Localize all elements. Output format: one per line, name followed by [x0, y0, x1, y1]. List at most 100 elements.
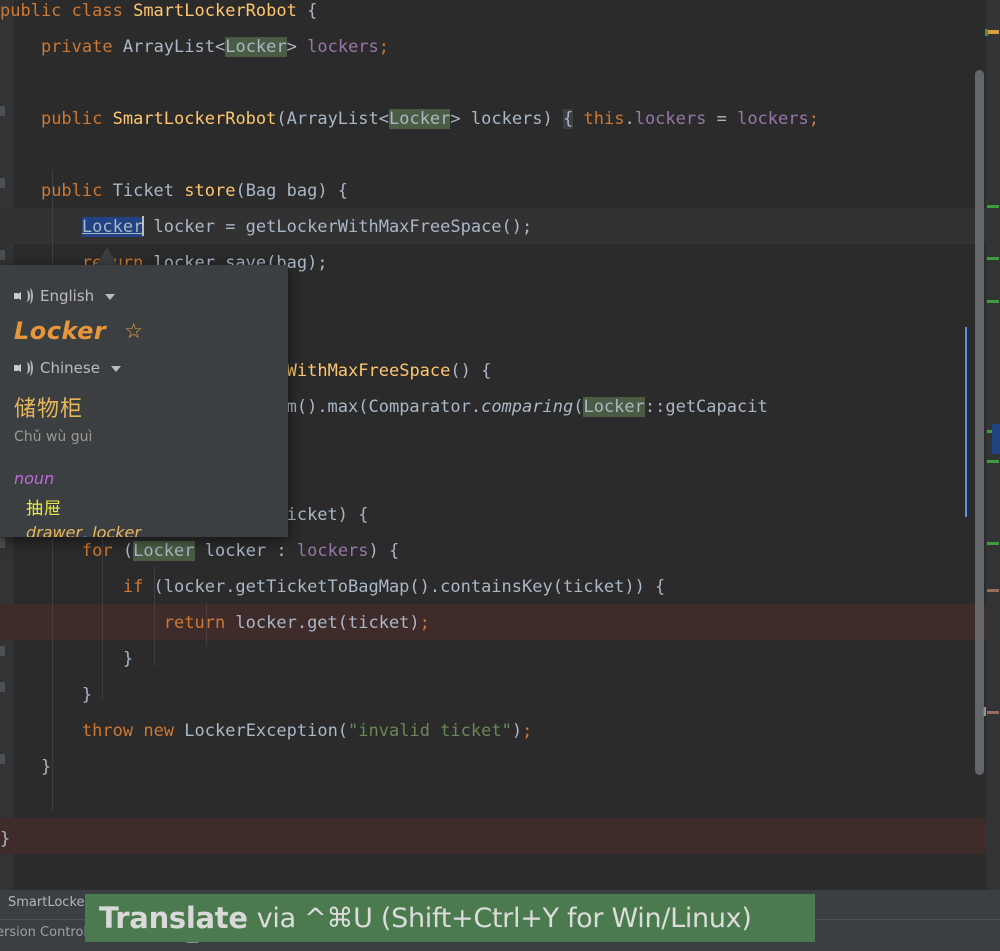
code-line[interactable]: } [0, 677, 1000, 713]
token-keyword: public [40, 109, 103, 129]
definition-chinese: 抽屉 [26, 499, 62, 519]
token-type-close: > [286, 37, 308, 57]
token-keyword: throw [81, 721, 134, 741]
speaker-icon[interactable] [14, 288, 33, 304]
translation-popup[interactable]: English Locker ☆ Chinese 储物柜 Chǔ wù guì … [0, 265, 288, 537]
token-usage-highlight[interactable]: Locker [133, 541, 195, 561]
stripe-marker-ok[interactable] [987, 257, 999, 260]
code-line[interactable]: if (locker.getTicketToBagMap().containsK… [0, 569, 1000, 605]
code-line[interactable]: for (Locker locker : lockers) { [0, 533, 1000, 569]
token-params: > lockers) [450, 109, 563, 129]
token-keyword: public [0, 1, 72, 21]
code-line[interactable]: public SmartLockerRobot(ArrayList<Locker… [0, 101, 1000, 137]
token-keyword-new: new [143, 721, 175, 741]
source-language-label: English [40, 287, 95, 305]
token-rest: locker.get(ticket) [225, 613, 420, 633]
token-brace-match: { [563, 109, 574, 129]
token-semicolon: ; [522, 721, 533, 741]
token-keyword: return [163, 613, 226, 633]
code-line[interactable]: public class SmartLockerRobot { [0, 0, 1000, 29]
token-field: lockers [307, 37, 379, 57]
favorite-star-icon[interactable]: ☆ [124, 320, 143, 342]
target-language-row[interactable]: Chinese [0, 355, 288, 381]
token-brace: } [81, 685, 93, 705]
token-var: locker : [194, 541, 297, 561]
token-semicolon: ; [808, 109, 819, 129]
token-brace: } [0, 829, 11, 849]
token-constructor: SmartLockerRobot [112, 109, 277, 129]
pinyin-text: Chǔ wù guì [14, 429, 93, 445]
token-usage-highlight[interactable]: Locker [225, 37, 287, 57]
token-brace [0, 649, 123, 669]
token-type: Ticket [102, 181, 185, 201]
stripe-marker-error[interactable] [987, 711, 999, 714]
chevron-down-icon[interactable] [105, 294, 116, 300]
token-identifier: lockers [737, 109, 809, 129]
translation-text: 储物柜 [14, 397, 84, 422]
token-method-name: store [184, 181, 236, 201]
token-paren: ( [573, 397, 584, 417]
code-line[interactable]: } [0, 749, 1000, 785]
code-editor[interactable]: public class SmartLockerRobot { private … [0, 0, 1000, 890]
token-params-open: (ArrayList< [276, 109, 389, 129]
token-paren-close: ) { [368, 541, 400, 561]
token-dot: . [624, 109, 635, 129]
translate-hint-banner[interactable]: Translate via ^⌘U (Shift+Ctrl+Y for Win/… [85, 894, 815, 942]
token-this: this [583, 109, 625, 129]
token-field: lockers [634, 109, 707, 129]
stripe-marker-ok[interactable] [987, 300, 999, 303]
definition-word-2: locker [92, 523, 141, 537]
chevron-down-icon[interactable] [110, 366, 121, 372]
token-params: (Bag bag) { [235, 181, 349, 201]
stripe-marker-error[interactable] [987, 589, 999, 592]
source-language-row[interactable]: English [0, 283, 288, 309]
token-usage-highlight[interactable]: Locker [583, 397, 645, 417]
token-selected-word[interactable]: Locker [81, 217, 144, 237]
token-brace: } [122, 649, 134, 669]
stripe-marker-ok[interactable] [987, 460, 999, 463]
breadcrumb[interactable]: SmartLocke [8, 895, 85, 910]
token-methodref: ::getCapacit [644, 397, 768, 417]
token-rest: locker = getLockerWithMaxFreeSpace(); [143, 217, 533, 237]
code-line[interactable]: throw new LockerException("invalid ticke… [0, 713, 1000, 749]
token-field: lockers [296, 541, 369, 561]
editor-scrollbar-thumb[interactable] [975, 70, 984, 775]
source-word-row: Locker ☆ [0, 317, 288, 345]
code-line[interactable]: Locker locker = getLockerWithMaxFreeSpac… [0, 209, 1000, 245]
stripe-marker-info[interactable] [985, 29, 988, 36]
token-static-method: comparing [481, 397, 574, 417]
code-line[interactable]: } [0, 641, 1000, 677]
banner-shortcut-label: via ^⌘U (Shift+Ctrl+Y for Win/Linux) [256, 902, 752, 934]
stripe-marker-ok[interactable] [987, 205, 999, 208]
token-usage-highlight[interactable]: Locker [388, 109, 451, 129]
token-params: () { [450, 361, 492, 381]
speaker-icon[interactable] [14, 360, 33, 376]
popup-pointer [96, 247, 118, 266]
token-brace: } [40, 757, 52, 777]
code-line[interactable]: private ArrayList<Locker> lockers; [0, 29, 1000, 65]
token-keyword: public [40, 181, 103, 201]
token-semicolon: ; [378, 37, 390, 57]
token-rest: (locker.getTicketToBagMap().containsKey(… [143, 577, 666, 597]
stripe-marker-warning[interactable] [988, 30, 999, 34]
code-line[interactable]: public Ticket store(Bag bag) { [0, 173, 1000, 209]
selection-marker [992, 424, 1000, 454]
code-line[interactable]: } [0, 821, 1000, 857]
tool-window-version-control[interactable]: ersion Control [0, 925, 87, 940]
banner-action-label: Translate [99, 901, 248, 935]
code-line[interactable]: return locker.get(ticket); [0, 605, 1000, 641]
stripe-marker-ok[interactable] [987, 542, 999, 545]
definition-english: drawer, locker [0, 523, 288, 537]
token-type: ArrayList< [122, 37, 226, 57]
ide-window: public class SmartLockerRobot { private … [0, 0, 1000, 951]
source-word: Locker [14, 317, 107, 345]
token-punct: { [296, 1, 318, 21]
